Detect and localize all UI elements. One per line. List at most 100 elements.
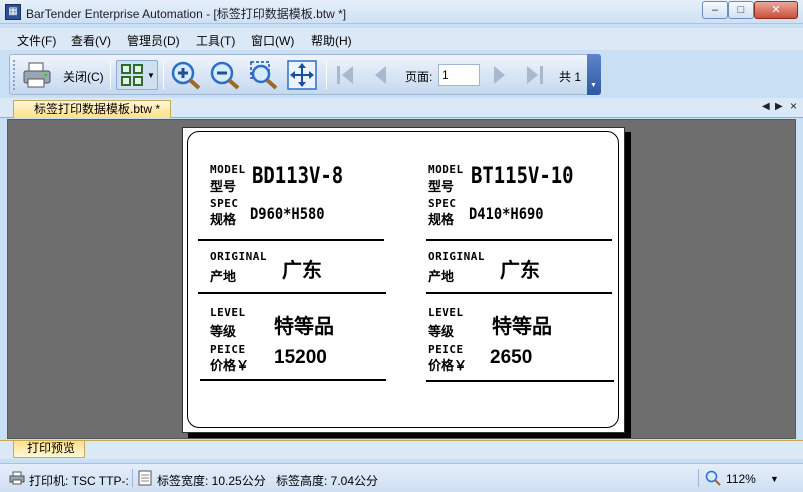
status-printer: 打印机: TSC TTP-: xyxy=(29,474,129,488)
left-level-en: LEVEL xyxy=(210,306,246,319)
right-spec-cn: 规格 xyxy=(428,212,455,227)
layout-button[interactable]: ▼ xyxy=(116,60,158,90)
left-model-cn: 型号 xyxy=(210,179,237,194)
left-origin-en: ORIGINAL xyxy=(210,250,267,263)
divider xyxy=(426,292,612,294)
next-page-icon xyxy=(494,66,505,84)
menu-window[interactable]: 窗口(W) xyxy=(251,32,294,49)
zoom-fit-button[interactable] xyxy=(246,60,282,90)
bartender-app-icon: ▦ xyxy=(5,4,21,20)
right-price-value: 2650 xyxy=(490,347,533,368)
right-model-value: BT115V-10 xyxy=(471,164,574,189)
menu-view[interactable]: 查看(V) xyxy=(71,32,111,49)
label-size-icon xyxy=(138,470,152,486)
window-title: BarTender Enterprise Automation - [标签打印数… xyxy=(26,7,347,21)
right-model-en: MODEL xyxy=(428,163,464,176)
right-level-value: 特等品 xyxy=(492,316,552,338)
fit-page-button[interactable] xyxy=(284,60,320,90)
status-bar: 打印机: TSC TTP-: 标签宽度: 10.25公分 标签高度: 7.04公… xyxy=(0,463,803,492)
left-model-value: BD113V-8 xyxy=(252,164,344,189)
left-level-value: 特等品 xyxy=(274,316,334,338)
menu-help[interactable]: 帮助(H) xyxy=(311,32,352,49)
toolbar-separator xyxy=(110,61,111,89)
divider xyxy=(198,239,384,241)
label-preview-page: MODEL 型号 BD113V-8 SPEC 规格 D960*H580 ORIG… xyxy=(182,127,625,433)
chevron-down-icon: ▼ xyxy=(590,82,597,89)
tab-scroll-right-icon[interactable]: ▶ xyxy=(775,101,783,112)
zoom-in-button[interactable] xyxy=(168,60,204,90)
layout-grid-icon xyxy=(121,64,144,86)
total-pages-label: 共 1 xyxy=(559,70,582,84)
prev-page-button[interactable] xyxy=(368,60,392,90)
left-spec-value: D960*H580 xyxy=(250,204,325,223)
print-preview-tab-label: 打印预览 xyxy=(27,441,76,455)
page-number-input[interactable] xyxy=(438,64,480,86)
toolbar: 关闭(C) ▼ 页面: 1 共 1 xyxy=(9,54,601,95)
right-origin-cn: 产地 xyxy=(428,269,455,284)
zoom-in-icon xyxy=(171,61,201,90)
menu-bar: 文件(F) 查看(V) 管理员(D) 工具(T) 窗口(W) 帮助(H) xyxy=(0,28,803,50)
status-label-width: 标签宽度: 10.25公分 xyxy=(157,474,266,488)
zoom-fit-icon xyxy=(250,61,278,90)
prev-page-icon xyxy=(375,66,386,84)
right-price-cn: 价格￥ xyxy=(428,358,468,373)
printer-icon xyxy=(9,471,25,485)
toolbar-separator xyxy=(163,61,164,89)
zoom-out-icon xyxy=(210,61,240,90)
bottom-tab-strip: 打印预览 xyxy=(0,440,803,459)
menu-file[interactable]: 文件(F) xyxy=(17,32,56,49)
left-origin-cn: 产地 xyxy=(210,269,237,284)
document-tab-label: 标签打印数据模板.btw * xyxy=(34,102,161,116)
title-bar: ▦ BarTender Enterprise Automation - [标签打… xyxy=(0,0,803,24)
menu-tools[interactable]: 工具(T) xyxy=(196,32,235,49)
right-model-cn: 型号 xyxy=(428,179,455,194)
right-origin-en: ORIGINAL xyxy=(428,250,485,263)
zoom-out-button[interactable] xyxy=(207,60,243,90)
last-page-button[interactable] xyxy=(522,60,548,90)
divider xyxy=(198,292,386,294)
right-spec-value: D410*H690 xyxy=(469,204,544,223)
menu-admin[interactable]: 管理员(D) xyxy=(127,32,180,49)
print-button[interactable] xyxy=(20,60,54,90)
right-origin-value: 广东 xyxy=(500,260,540,282)
label-border: MODEL 型号 BD113V-8 SPEC 规格 D960*H580 ORIG… xyxy=(187,131,619,428)
left-model-en: MODEL xyxy=(210,163,246,176)
last-page-icon xyxy=(527,66,543,84)
tab-scroll-left-icon[interactable]: ◀ xyxy=(762,101,770,112)
divider xyxy=(426,380,614,382)
left-origin-value: 广东 xyxy=(282,260,322,282)
tab-document[interactable]: 标签打印数据模板.btw * xyxy=(13,100,171,118)
toolbar-overflow-button[interactable]: ▼ xyxy=(587,54,601,95)
document-tab-strip: 标签打印数据模板.btw * ◀ ▶ × xyxy=(0,98,803,118)
first-page-button[interactable] xyxy=(332,60,358,90)
status-separator xyxy=(132,469,133,487)
zoom-dropdown-icon[interactable]: ▼ xyxy=(770,474,779,484)
status-separator xyxy=(698,469,699,487)
tab-print-preview[interactable]: 打印预览 xyxy=(13,441,85,458)
status-label-height: 标签高度: 7.04公分 xyxy=(276,474,379,488)
divider xyxy=(200,379,386,381)
left-price-cn: 价格￥ xyxy=(210,358,250,373)
chevron-down-icon: ▼ xyxy=(147,70,155,80)
zoom-level[interactable]: 112% xyxy=(726,472,756,486)
print-preview-area: MODEL 型号 BD113V-8 SPEC 规格 D960*H580 ORIG… xyxy=(7,119,796,439)
left-price-value: 15200 xyxy=(274,347,327,368)
page-label: 页面: xyxy=(405,70,433,84)
close-preview-button[interactable]: 关闭(C) xyxy=(63,68,104,85)
next-page-button[interactable] xyxy=(488,60,512,90)
maximize-button[interactable]: □ xyxy=(728,1,754,19)
left-level-cn: 等级 xyxy=(210,324,237,339)
zoom-icon xyxy=(705,470,721,486)
minimize-button[interactable]: – xyxy=(702,1,728,19)
right-level-cn: 等级 xyxy=(428,324,455,339)
close-window-button[interactable]: ✕ xyxy=(754,1,798,19)
toolbar-separator xyxy=(326,61,327,89)
tab-close-icon[interactable]: × xyxy=(790,99,797,113)
right-level-en: LEVEL xyxy=(428,306,464,319)
fit-page-icon xyxy=(287,60,317,90)
left-spec-cn: 规格 xyxy=(210,212,237,227)
print-icon xyxy=(23,62,51,88)
first-page-icon xyxy=(337,66,353,84)
toolbar-grip[interactable] xyxy=(13,60,17,90)
divider xyxy=(426,239,612,241)
